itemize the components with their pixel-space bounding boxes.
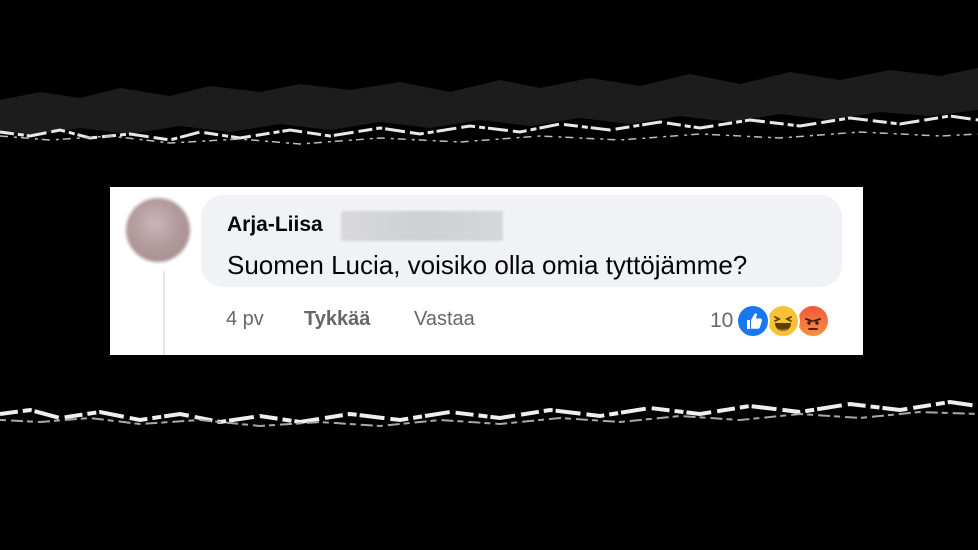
haha-reaction-icon <box>766 304 801 338</box>
comment-card: Arja-Liisa Suomen Lucia, voisiko olla om… <box>110 187 863 355</box>
stage: Arja-Liisa Suomen Lucia, voisiko olla om… <box>0 0 978 550</box>
like-reaction-icon <box>736 304 771 338</box>
comment-text: Suomen Lucia, voisiko olla omia tyttöjäm… <box>227 250 748 280</box>
thread-line <box>163 271 165 355</box>
reply-button[interactable]: Vastaa <box>414 308 475 331</box>
reactions-summary[interactable]: 10 <box>710 304 831 338</box>
torn-paper-edge-top <box>0 68 978 145</box>
like-button[interactable]: Tykkää <box>304 308 370 331</box>
angry-reaction-icon <box>796 304 831 338</box>
reaction-count: 10 <box>710 309 734 332</box>
redacted-surname-blur <box>341 211 503 241</box>
avatar[interactable] <box>126 198 190 262</box>
comment-author-name[interactable]: Arja-Liisa <box>227 213 323 237</box>
comment-timestamp[interactable]: 4 pv <box>226 308 264 331</box>
torn-paper-edge-bottom <box>0 399 978 428</box>
comment-bubble: Arja-Liisa Suomen Lucia, voisiko olla om… <box>201 195 842 287</box>
